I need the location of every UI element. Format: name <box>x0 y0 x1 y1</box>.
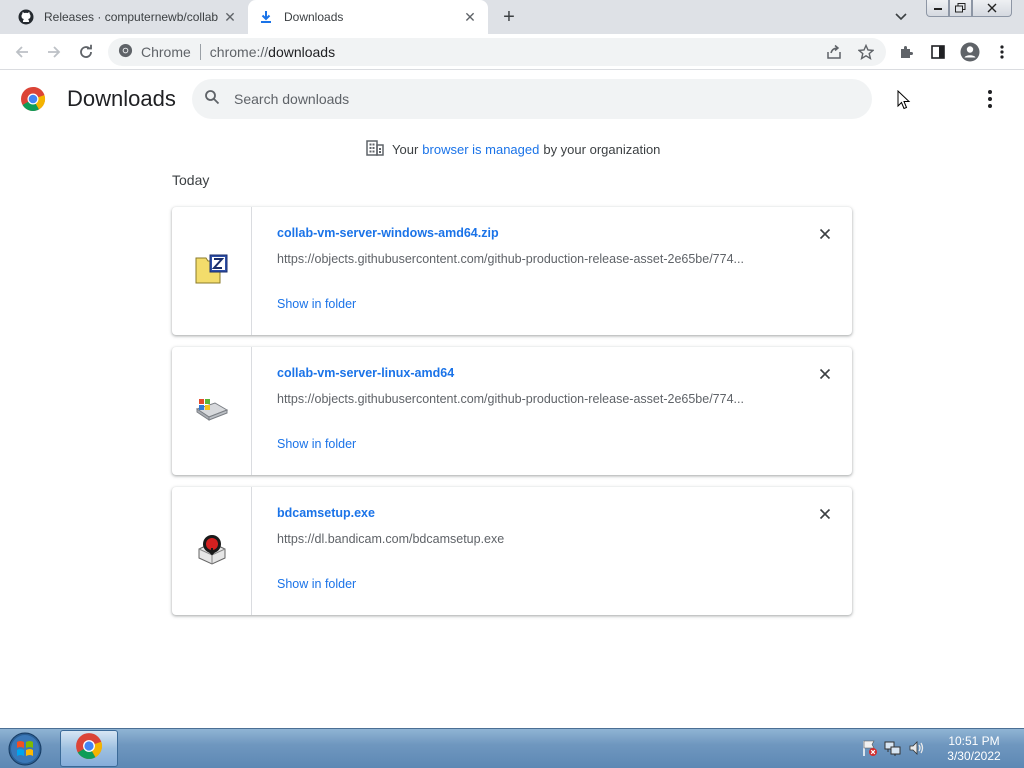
tab-title: Releases · computernewb/collab <box>44 10 219 24</box>
window-controls <box>926 0 1012 18</box>
url-path: downloads <box>268 44 336 60</box>
show-in-folder-link[interactable]: Show in folder <box>277 297 356 311</box>
bandicam-icon <box>196 533 228 570</box>
show-in-folder-link[interactable]: Show in folder <box>277 577 356 591</box>
close-window-button[interactable] <box>972 0 1012 17</box>
remove-download-icon[interactable] <box>816 225 834 243</box>
close-tab-icon[interactable]: ✕ <box>222 9 238 25</box>
download-item: bdcamsetup.exe https://dl.bandicam.com/b… <box>172 487 852 615</box>
omnibox-label: Chrome <box>141 44 191 60</box>
extensions-icon[interactable] <box>894 40 918 64</box>
managed-prefix: Your <box>392 142 419 157</box>
omnibox-divider <box>199 44 201 60</box>
generic-file-icon <box>195 397 229 426</box>
minimize-button[interactable] <box>926 0 949 17</box>
search-downloads-input[interactable]: Search downloads <box>192 79 872 119</box>
download-item: collab-vm-server-linux-amd64 https://obj… <box>172 347 852 475</box>
building-icon <box>366 140 384 159</box>
download-item: collab-vm-server-windows-amd64.zip https… <box>172 207 852 335</box>
remove-download-icon[interactable] <box>816 365 834 383</box>
chrome-taskbar-icon <box>75 732 103 765</box>
download-url[interactable]: https://objects.githubusercontent.com/gi… <box>277 252 777 266</box>
more-options-icon[interactable] <box>980 88 1000 110</box>
file-icon-cell <box>172 487 252 615</box>
download-filename-link[interactable]: collab-vm-server-linux-amd64 <box>277 366 454 380</box>
network-icon[interactable] <box>884 739 902 762</box>
tab-downloads[interactable]: Downloads ✕ <box>248 0 488 34</box>
file-icon-cell <box>172 347 252 475</box>
remove-download-icon[interactable] <box>816 505 834 523</box>
action-center-flag-icon[interactable] <box>862 739 878 762</box>
url-text: chrome://downloads <box>210 44 335 60</box>
chrome-site-icon <box>118 43 133 61</box>
back-icon[interactable] <box>10 40 34 64</box>
system-clock[interactable]: 10:51 PM 3/30/2022 <box>940 734 1008 764</box>
mouse-cursor-icon <box>897 89 911 115</box>
close-tab-icon[interactable]: ✕ <box>462 9 478 25</box>
zip-file-icon <box>195 254 229 289</box>
tab-title: Downloads <box>284 10 344 24</box>
download-url[interactable]: https://dl.bandicam.com/bdcamsetup.exe <box>277 532 777 546</box>
reload-icon[interactable] <box>74 40 98 64</box>
download-filename-link[interactable]: collab-vm-server-windows-amd64.zip <box>277 226 499 240</box>
show-in-folder-link[interactable]: Show in folder <box>277 437 356 451</box>
taskbar: 10:51 PM 3/30/2022 <box>0 728 1024 768</box>
new-tab-icon[interactable]: + <box>498 6 520 28</box>
tab-releases[interactable]: Releases · computernewb/collab ✕ <box>8 0 248 34</box>
url-scheme: chrome:// <box>209 44 269 60</box>
bookmark-star-icon[interactable] <box>854 40 878 64</box>
start-button[interactable] <box>6 731 44 767</box>
chrome-logo-icon <box>20 86 46 112</box>
taskbar-chrome-button[interactable] <box>60 730 118 767</box>
forward-icon[interactable] <box>42 40 66 64</box>
download-filename-link[interactable]: bdcamsetup.exe <box>277 506 375 520</box>
download-url[interactable]: https://objects.githubusercontent.com/gi… <box>277 392 777 406</box>
volume-icon[interactable] <box>908 739 926 762</box>
side-panel-icon[interactable] <box>926 40 950 64</box>
page-title: Downloads <box>67 86 176 111</box>
share-icon[interactable] <box>822 40 846 64</box>
managed-suffix: by your organization <box>543 142 661 157</box>
tab-strip: Releases · computernewb/collab ✕ Downloa… <box>0 0 1024 34</box>
browser-managed-link[interactable]: browser is managed <box>422 142 539 157</box>
clock-date: 3/30/2022 <box>947 749 1001 763</box>
clock-time: 10:51 PM <box>948 734 1000 748</box>
file-icon-cell <box>172 207 252 335</box>
system-tray <box>862 739 926 762</box>
restore-button[interactable] <box>949 0 972 17</box>
chevron-down-icon[interactable] <box>894 9 914 25</box>
github-icon <box>18 9 34 25</box>
download-icon <box>258 9 274 25</box>
profile-avatar-icon[interactable] <box>958 40 982 64</box>
managed-notice: Your browser is managed by your organiza… <box>366 140 660 159</box>
chrome-menu-icon[interactable] <box>990 40 1014 64</box>
date-header: Today <box>172 172 210 188</box>
search-icon <box>204 89 220 110</box>
toolbar: Chrome chrome://downloads <box>0 34 1024 70</box>
search-placeholder: Search downloads <box>234 91 350 107</box>
address-bar[interactable]: Chrome chrome://downloads <box>108 38 886 66</box>
